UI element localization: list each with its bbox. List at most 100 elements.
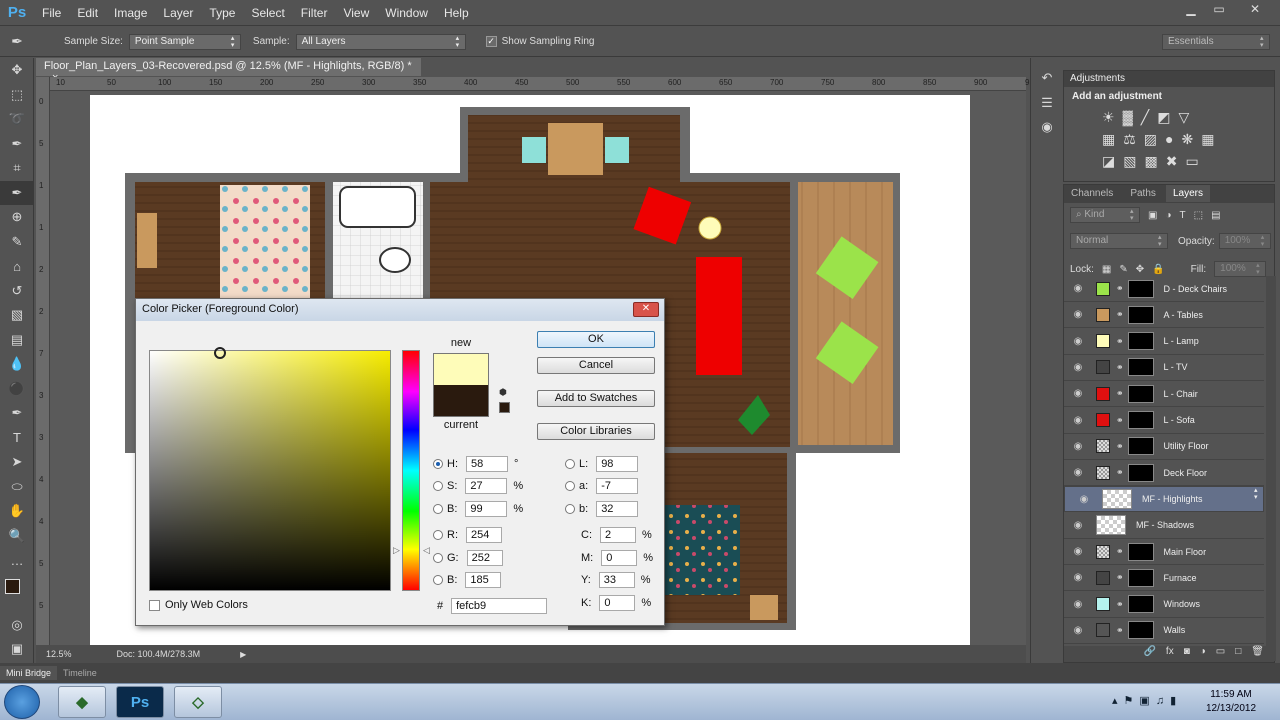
- curves-icon[interactable]: ╱: [1141, 109, 1157, 125]
- layer-row[interactable]: ◉ ⚭ Furnace: [1064, 565, 1264, 592]
- menu-file[interactable]: File: [34, 6, 69, 20]
- blur-tool-icon[interactable]: 💧: [0, 352, 34, 377]
- layer-mask-thumbnail[interactable]: [1127, 279, 1154, 298]
- show-ring-checkbox[interactable]: ✓: [485, 36, 497, 47]
- layer-kind-filter[interactable]: ⌕ Kind: [1070, 207, 1140, 223]
- foreground-color-swatch[interactable]: [5, 578, 20, 594]
- red-input[interactable]: 254: [466, 527, 502, 543]
- lock-all-icon[interactable]: 🔒: [1152, 264, 1164, 275]
- layer-row[interactable]: ◉ ⚭ D - Deck Chairs: [1064, 276, 1264, 302]
- menu-select[interactable]: Select: [243, 6, 292, 20]
- cyan-input[interactable]: 2: [600, 527, 636, 543]
- menu-type[interactable]: Type: [201, 6, 243, 20]
- layer-row[interactable]: ◉ ⚭ Windows: [1064, 592, 1264, 618]
- green-input[interactable]: 252: [466, 550, 503, 566]
- layer-style-icon[interactable]: fx: [1166, 646, 1174, 662]
- menu-view[interactable]: View: [335, 6, 377, 20]
- lab-b-radio[interactable]: [565, 504, 575, 514]
- lab-a-radio[interactable]: [565, 481, 575, 491]
- color-libraries-button[interactable]: Color Libraries: [537, 423, 655, 440]
- screen-mode-icon[interactable]: ▣: [0, 637, 34, 662]
- path-select-tool-icon[interactable]: ➤: [0, 450, 34, 475]
- power-icon[interactable]: ▮: [1170, 695, 1182, 707]
- quick-mask-icon[interactable]: ◎: [0, 613, 34, 638]
- layer-mask-thumbnail[interactable]: [1127, 568, 1154, 587]
- sample-size-select[interactable]: Point Sample: [128, 33, 241, 50]
- lab-l-radio[interactable]: [565, 459, 575, 469]
- hue-radio[interactable]: [433, 459, 443, 469]
- gradient-tool-icon[interactable]: ▤: [0, 328, 34, 353]
- layer-row[interactable]: ◉ ⚭ Main Floor: [1064, 539, 1264, 565]
- close-window-icon[interactable]: ✕: [1244, 2, 1266, 18]
- healing-brush-tool-icon[interactable]: ⊕: [0, 205, 34, 230]
- gradient-map-icon[interactable]: ▭: [1185, 153, 1206, 169]
- menu-layer[interactable]: Layer: [155, 6, 201, 20]
- layer-mask-thumbnail[interactable]: [1127, 358, 1154, 377]
- libraries-panel-icon[interactable]: ◉: [1031, 115, 1063, 140]
- layer-row[interactable]: ◉ ⚭ A - Tables: [1064, 302, 1264, 329]
- flag-icon[interactable]: ⚑: [1124, 695, 1140, 707]
- web-safe-swatch[interactable]: [499, 402, 510, 413]
- opacity-input[interactable]: 100%: [1218, 233, 1271, 249]
- new-adjustment-icon[interactable]: ◑: [1200, 646, 1206, 662]
- quick-select-tool-icon[interactable]: ✒: [0, 132, 34, 157]
- color-field[interactable]: [149, 347, 391, 591]
- magenta-input[interactable]: 0: [601, 550, 638, 566]
- tray-arrow-icon[interactable]: ▴: [1112, 695, 1124, 707]
- posterize-icon[interactable]: ▧: [1123, 153, 1144, 169]
- visibility-eye-icon[interactable]: ◉: [1064, 336, 1092, 347]
- layers-scrollbar[interactable]: [1266, 276, 1276, 661]
- brightness-input[interactable]: 99: [465, 501, 508, 517]
- volume-icon[interactable]: ♫: [1156, 695, 1170, 707]
- yellow-input[interactable]: 33: [598, 572, 635, 588]
- red-radio[interactable]: [433, 530, 443, 540]
- levels-icon[interactable]: ▓: [1123, 109, 1141, 125]
- layer-row[interactable]: ◉ ⚭ Walls: [1064, 618, 1264, 644]
- brush-tool-icon[interactable]: ✎: [0, 230, 34, 255]
- visibility-eye-icon[interactable]: ◉: [1064, 309, 1092, 320]
- document-tab[interactable]: Floor_Plan_Layers_03-Recovered.psd @ 12.…: [36, 58, 421, 84]
- color-balance-icon[interactable]: ⚖: [1123, 131, 1144, 147]
- zoom-tool-icon[interactable]: 🔍: [0, 524, 34, 549]
- taskbar-app-icon[interactable]: ◆: [58, 686, 106, 718]
- properties-panel-icon[interactable]: ☰: [1031, 91, 1063, 116]
- hue-slider-right-arrow-icon[interactable]: ◁: [423, 545, 430, 556]
- blue-radio[interactable]: [433, 575, 443, 585]
- lock-transparency-icon[interactable]: ▦: [1102, 264, 1111, 275]
- selective-color-icon[interactable]: ✖: [1166, 153, 1186, 169]
- restore-icon[interactable]: ▭: [1208, 2, 1230, 18]
- visibility-eye-icon[interactable]: ◉: [1064, 362, 1092, 373]
- lab-b-input[interactable]: 32: [596, 501, 639, 517]
- lock-image-icon[interactable]: ✎: [1119, 264, 1127, 275]
- visibility-eye-icon[interactable]: ◉: [1064, 283, 1092, 294]
- more-tools-icon[interactable]: …: [0, 548, 34, 573]
- marquee-tool-icon[interactable]: ⬚: [0, 83, 34, 108]
- visibility-eye-icon[interactable]: ◉: [1070, 494, 1098, 505]
- taskbar-photoshop-icon[interactable]: Ps: [116, 686, 164, 718]
- layer-row[interactable]: ◉ ⚭ L - Lamp: [1064, 329, 1264, 355]
- filter-pixel-icon[interactable]: ▣: [1148, 210, 1157, 221]
- visibility-eye-icon[interactable]: ◉: [1064, 467, 1092, 478]
- layer-mask-thumbnail[interactable]: [1127, 411, 1154, 429]
- visibility-eye-icon[interactable]: ◉: [1064, 520, 1092, 531]
- zoom-level[interactable]: 12.5%: [46, 649, 72, 659]
- add-to-swatches-button[interactable]: Add to Swatches: [537, 390, 655, 407]
- photo-filter-icon[interactable]: ●: [1165, 131, 1181, 147]
- invert-icon[interactable]: ◪: [1102, 153, 1123, 169]
- channel-mixer-icon[interactable]: ❋: [1182, 131, 1202, 147]
- layer-mask-thumbnail[interactable]: [1127, 463, 1154, 482]
- menu-help[interactable]: Help: [436, 6, 477, 20]
- blue-input[interactable]: 185: [465, 572, 502, 588]
- color-field-cursor[interactable]: [214, 347, 226, 359]
- blend-mode-select[interactable]: Normal: [1070, 233, 1168, 249]
- clock[interactable]: 11:59 AM 12/13/2012: [1196, 688, 1266, 716]
- history-panel-icon[interactable]: ↶: [1031, 66, 1063, 91]
- layer-mask-thumbnail[interactable]: [1127, 595, 1154, 614]
- hue-input[interactable]: 58: [466, 456, 508, 472]
- add-mask-icon[interactable]: ◙: [1184, 646, 1190, 662]
- layer-row[interactable]: ◉ ⚭ L - Chair: [1064, 381, 1264, 408]
- hand-tool-icon[interactable]: ✋: [0, 499, 34, 524]
- menu-image[interactable]: Image: [106, 6, 155, 20]
- status-menu-arrow-icon[interactable]: ▶: [240, 650, 246, 659]
- layer-row[interactable]: ◉ MF - Highlights: [1064, 486, 1264, 513]
